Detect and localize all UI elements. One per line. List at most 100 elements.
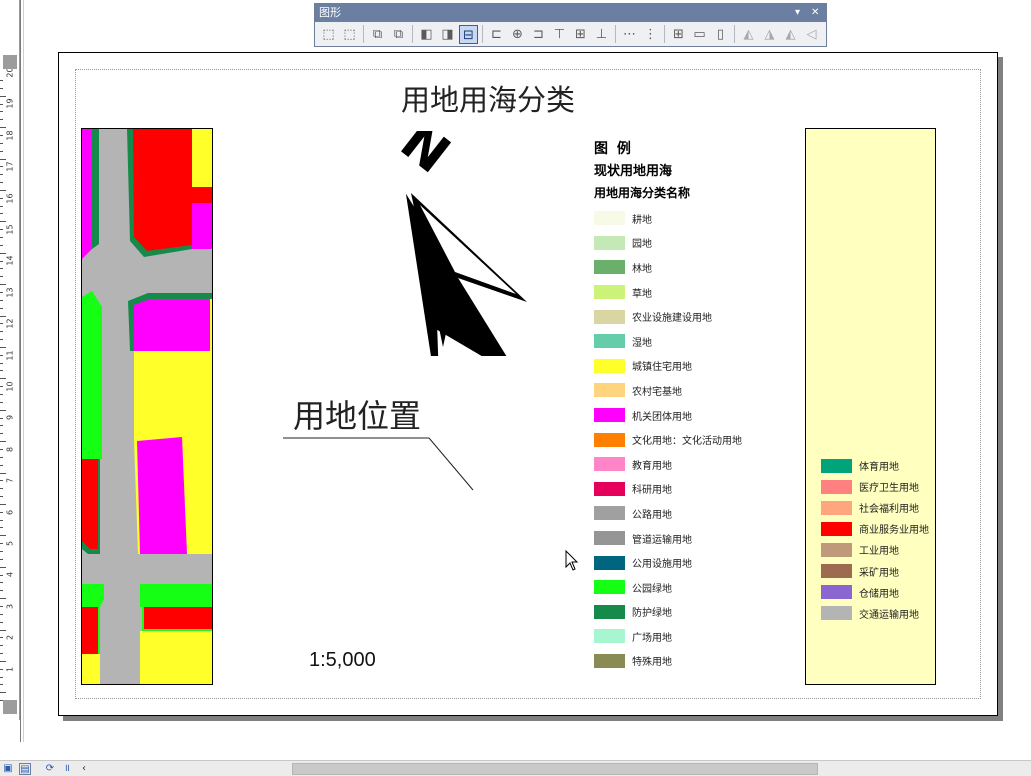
- align-top-icon[interactable]: ⊤: [550, 25, 569, 44]
- bring-to-front-icon[interactable]: ⧉: [368, 25, 387, 44]
- legend-item: 特殊用地: [594, 649, 784, 674]
- bottom-scrollbar: ▣ ▤ ⟳ ॥ ‹: [0, 760, 1031, 776]
- bring-forward-icon[interactable]: ◧: [417, 25, 436, 44]
- align-right-icon[interactable]: ⊐: [529, 25, 548, 44]
- send-backward-icon[interactable]: ◨: [438, 25, 457, 44]
- north-arrow-icon[interactable]: N: [354, 131, 534, 356]
- legend-swatch: [594, 432, 625, 447]
- vertical-ruler[interactable]: 20 19 18 17 16 15 14 13 12 11 10 9 8 7 6 5 4 3 2 1: [0, 0, 20, 720]
- site-location-label[interactable]: 用地位置: [293, 391, 421, 437]
- legend-swatch: [821, 479, 852, 494]
- layout-view-icon[interactable]: ▣: [2, 763, 14, 775]
- toolbar-options-icon[interactable]: ▾: [795, 4, 800, 22]
- legend-item: 广场用地: [594, 624, 784, 649]
- scale-text[interactable]: 1:5,000: [309, 649, 376, 672]
- legend-continued-list: 体育用地 医疗卫生用地 社会福利用地 商业服务业用地 工业用地 采矿用地 仓储用地 交通运输用…: [821, 455, 929, 624]
- ruler-tick: [0, 354, 3, 356]
- ruler-edge-inner: [23, 0, 24, 742]
- ungroup-icon[interactable]: ⬚: [340, 25, 359, 44]
- pause-icon[interactable]: ॥: [61, 763, 73, 775]
- ruler-tick: [0, 582, 3, 584]
- legend-item: 公路用地: [594, 501, 784, 526]
- rotate-right-icon[interactable]: ◮: [760, 25, 779, 44]
- legend-item: 工业用地: [821, 539, 929, 560]
- send-to-back-icon[interactable]: ⧉: [389, 25, 408, 44]
- legend-item: 林地: [594, 255, 784, 280]
- ruler-label: 19: [5, 98, 15, 109]
- ruler-label: 4: [5, 572, 15, 578]
- ruler-tick: [0, 119, 3, 121]
- legend-item-label: 农业设施建设用地: [632, 313, 712, 325]
- ruler-tick: [0, 142, 3, 144]
- legend-swatch: [594, 531, 625, 546]
- toolbar-title: 图形: [319, 6, 341, 19]
- scroll-left-icon[interactable]: ‹: [78, 763, 90, 775]
- ruler-tick: [0, 621, 3, 623]
- make-same-width-icon[interactable]: ▭: [690, 25, 709, 44]
- make-same-size-icon[interactable]: ⊞: [669, 25, 688, 44]
- ruler-label: 17: [5, 161, 15, 172]
- horizontal-scroll-thumb[interactable]: [292, 763, 818, 775]
- data-view-icon[interactable]: ▤: [19, 763, 31, 775]
- ruler-tick: [0, 676, 3, 678]
- legend-item-label: 交通运输用地: [859, 609, 919, 621]
- map-title[interactable]: 用地用海分类: [401, 77, 575, 119]
- ruler-tick: [0, 574, 3, 576]
- ruler-label: 16: [5, 193, 15, 204]
- ruler-tick: [0, 613, 3, 615]
- parcel-commercial: [192, 187, 212, 203]
- legend[interactable]: 图 例 现状用地用海 用地用海分类名称 耕地 园地 林地 草地 农业设施建设用地 湿地 城镇…: [594, 138, 784, 673]
- legend-item: 园地: [594, 231, 784, 256]
- close-icon[interactable]: ✕: [811, 4, 819, 22]
- group-icon[interactable]: ⬚: [319, 25, 338, 44]
- align-left-icon[interactable]: ⊏: [487, 25, 506, 44]
- flip-vertical-icon[interactable]: ◁: [802, 25, 821, 44]
- refresh-icon[interactable]: ⟳: [44, 763, 56, 775]
- legend-swatch: [821, 521, 852, 536]
- ruler-marker-bottom[interactable]: [3, 700, 17, 714]
- legend-swatch: [821, 542, 852, 557]
- align-middle-icon[interactable]: ⊞: [571, 25, 590, 44]
- legend-item-label: 园地: [632, 239, 652, 251]
- toolbar-separator: [615, 25, 616, 43]
- ruler-tick: [0, 543, 3, 545]
- flip-horizontal-icon[interactable]: ◭: [781, 25, 800, 44]
- ruler-edge: [20, 0, 21, 742]
- ruler-label: 14: [5, 255, 15, 266]
- toolbar-separator: [734, 25, 735, 43]
- ruler-tick: [0, 323, 3, 325]
- ruler-tick: [0, 425, 3, 427]
- parcel-admin: [137, 437, 187, 554]
- distribute-vertical-icon[interactable]: ⋮: [641, 25, 660, 44]
- arcmap-layout-window: 20 19 18 17 16 15 14 13 12 11 10 9 8 7 6 5 4 3 2 1 图形 ▾ ✕ ⬚…: [0, 0, 1031, 776]
- parcel-park-green: [82, 291, 102, 459]
- ruler-tick: [0, 174, 3, 176]
- legend-item: 机关团体用地: [594, 403, 784, 428]
- layout-page[interactable]: 用地用海分类 N 用地位置 1:5,000 图 例 现状用地用海 用地用海分类名…: [58, 52, 998, 716]
- legend-item: 体育用地: [821, 455, 929, 476]
- site-leader-line[interactable]: [281, 433, 481, 493]
- align-bottom-icon[interactable]: ⊥: [592, 25, 611, 44]
- align-center-icon[interactable]: ⊕: [508, 25, 527, 44]
- parcel-residential: [210, 299, 212, 351]
- legend-item-label: 医疗卫生用地: [859, 483, 919, 495]
- align-to-margins-icon[interactable]: ⊟: [459, 24, 478, 44]
- make-same-height-icon[interactable]: ▯: [711, 25, 730, 44]
- legend-item-label: 广场用地: [632, 632, 672, 644]
- ruler-label: 8: [5, 446, 15, 452]
- ruler-tick: [0, 456, 3, 458]
- legend-item-label: 体育用地: [859, 462, 899, 474]
- ruler-tick: [0, 291, 3, 293]
- toolbar-titlebar[interactable]: 图形 ▾ ✕: [315, 4, 826, 22]
- parcel-admin: [134, 299, 210, 351]
- rotate-left-icon[interactable]: ◭: [739, 25, 758, 44]
- distribute-horizontal-icon[interactable]: ⋯: [620, 25, 639, 44]
- ruler-label: 9: [5, 415, 15, 421]
- data-frame-map[interactable]: [81, 128, 213, 685]
- legend-continued[interactable]: 体育用地 医疗卫生用地 社会福利用地 商业服务业用地 工业用地 采矿用地 仓储用地 交通运输用…: [805, 128, 936, 685]
- toolbar-icon-row: ⬚ ⬚ ⧉ ⧉ ◧ ◨ ⊟ ⊏ ⊕ ⊐ ⊤ ⊞ ⊥ ⋯ ⋮ ⊞ ▭ ▯ ◭ ◮ ◭ ◁: [315, 22, 826, 46]
- land-use-map: [82, 129, 212, 684]
- ruler-tick: [0, 229, 3, 231]
- ruler-marker-top[interactable]: [3, 55, 17, 69]
- parcel-residential: [140, 631, 212, 684]
